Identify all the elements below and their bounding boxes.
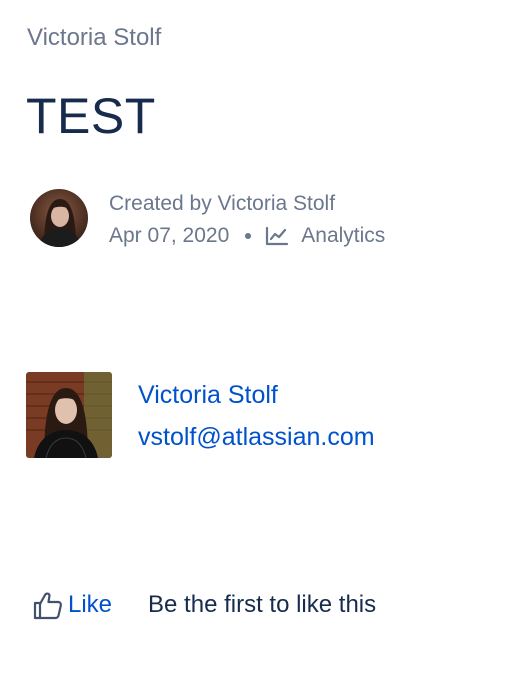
author-avatar[interactable] xyxy=(30,189,88,247)
like-button[interactable]: Like xyxy=(32,589,112,621)
like-row: Like Be the first to like this xyxy=(32,588,376,622)
profile-photo[interactable] xyxy=(26,372,112,458)
space-name-breadcrumb[interactable]: Victoria Stolf xyxy=(27,24,161,52)
analytics-link[interactable]: Analytics xyxy=(265,220,385,252)
like-summary: Be the first to like this xyxy=(148,591,377,618)
thumbs-up-icon xyxy=(33,592,63,620)
byline-meta: Apr 07, 2020 Analytics xyxy=(109,220,385,252)
page-title: TEST xyxy=(26,88,156,144)
profile-name-link[interactable]: Victoria Stolf xyxy=(138,380,278,410)
page-byline: Created by Victoria Stolf Apr 07, 2020 A… xyxy=(30,186,500,250)
profile-card: Victoria Stolf vstolf@atlassian.com xyxy=(26,372,476,460)
separator-dot xyxy=(245,233,252,239)
analytics-chart-icon xyxy=(266,226,289,246)
byline-text: Created by Victoria Stolf Apr 07, 2020 A… xyxy=(109,188,385,252)
analytics-label: Analytics xyxy=(301,224,386,247)
profile-email-link[interactable]: vstolf@atlassian.com xyxy=(138,422,375,452)
created-date: Apr 07, 2020 xyxy=(109,224,230,247)
created-by-text: Created by Victoria Stolf xyxy=(109,192,336,215)
like-label: Like xyxy=(68,591,113,618)
